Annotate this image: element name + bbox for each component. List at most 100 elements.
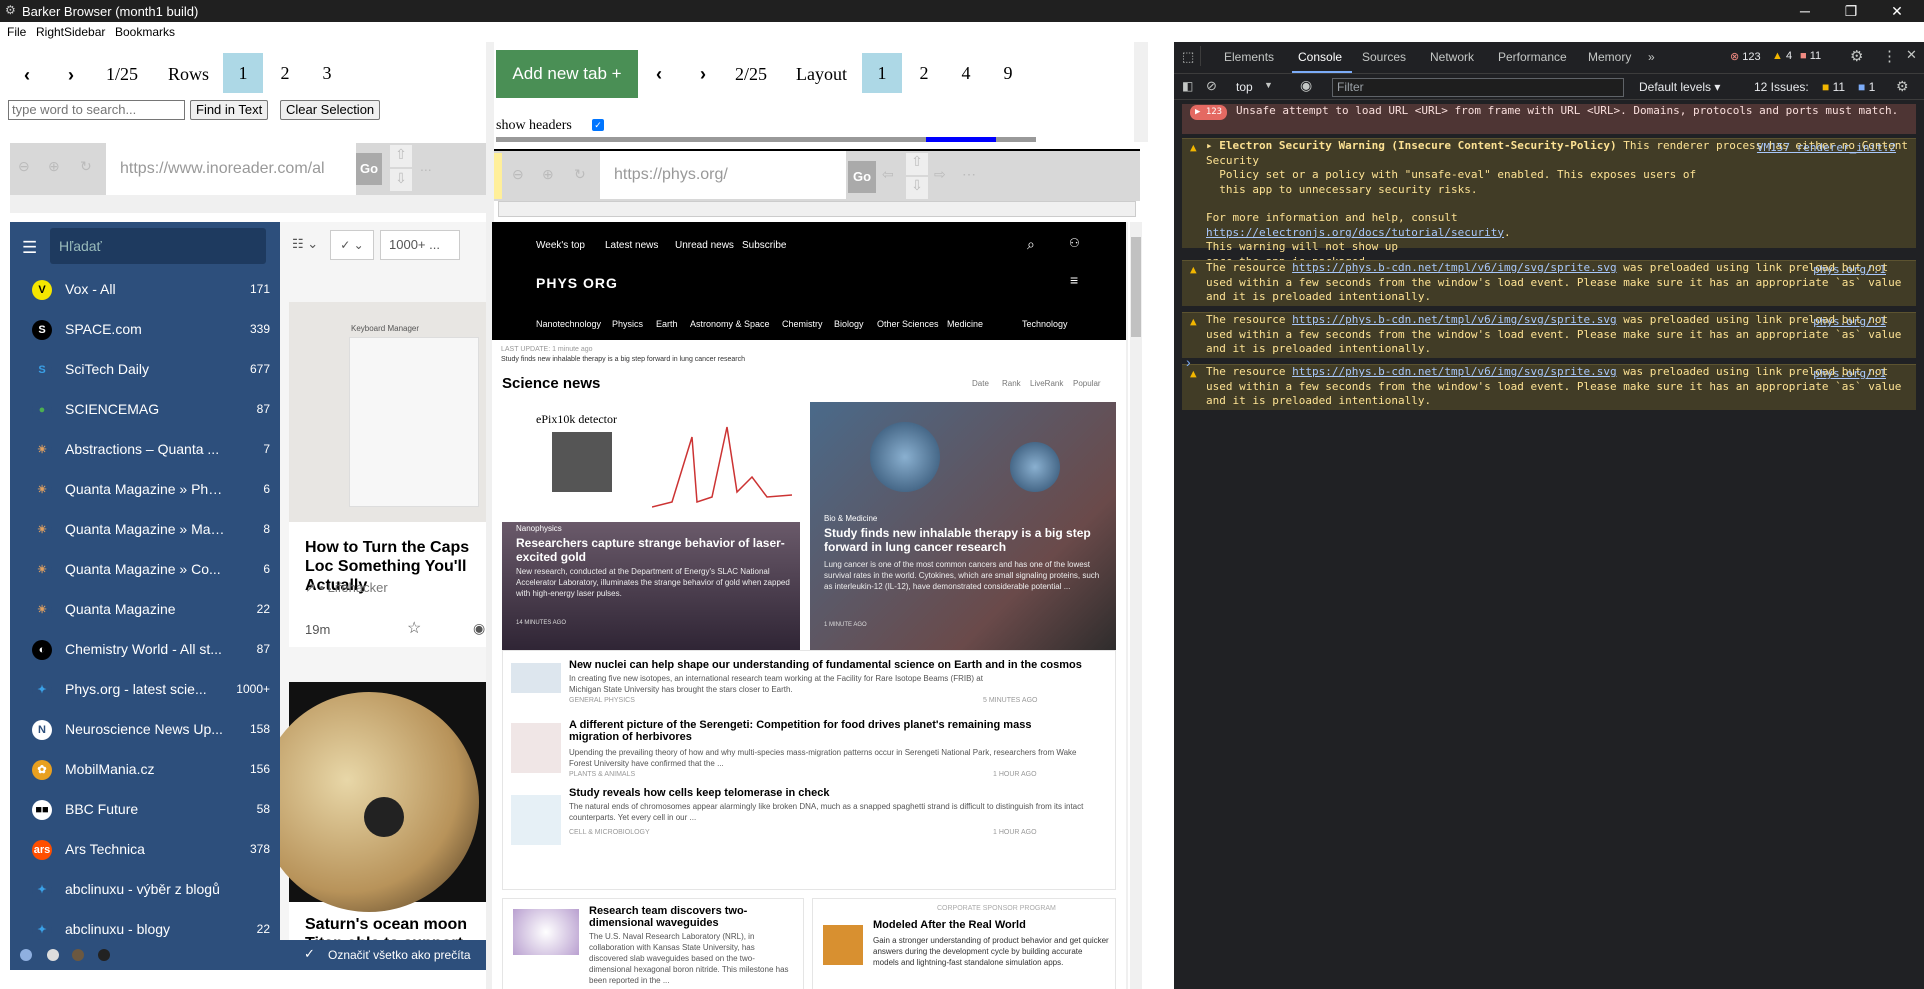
console-warning[interactable]: ▲ ▸ Electron Security Warning (Insecure … xyxy=(1182,138,1916,268)
scrollbar-horizontal[interactable] xyxy=(10,195,486,213)
prev-page-button[interactable]: ‹ xyxy=(10,58,44,92)
feed-search-input[interactable]: Hľadať xyxy=(50,228,266,264)
filter-input[interactable]: Filter xyxy=(1332,78,1624,97)
url-field[interactable]: https://www.inoreader.com/al xyxy=(106,143,356,195)
scrollbar-thumb[interactable] xyxy=(1131,237,1141,337)
mark-all-read-button[interactable]: Označiť všetko ako prečíta xyxy=(328,948,471,962)
scroll-down-icon[interactable]: ⇩ xyxy=(906,177,928,199)
feed-item[interactable]: ars Ars Technica 378 xyxy=(10,830,280,870)
console-prompt-icon[interactable]: › xyxy=(1186,354,1191,370)
cat-biology[interactable]: Biology xyxy=(834,319,864,329)
view-mode-icon[interactable]: ☷ ⌄ xyxy=(292,236,318,252)
find-in-text-button[interactable]: Find in Text xyxy=(190,100,269,120)
cat-other-sciences[interactable]: Other Sciences xyxy=(877,319,939,329)
filter-count[interactable]: 1000+ ... xyxy=(380,230,460,260)
cat-medicine[interactable]: Medicine xyxy=(947,319,983,329)
sprite-link[interactable]: https://phys.b-cdn.net/tmpl/v6/img/svg/s… xyxy=(1292,365,1617,378)
feed-item[interactable]: ✦ abclinuxu - výběr z blogů xyxy=(10,870,280,910)
reload-icon[interactable]: ↻ xyxy=(574,166,586,183)
feed-item[interactable]: ☀ Quanta Magazine » Co... 6 xyxy=(10,550,280,590)
news-item[interactable]: New nuclei can help shape our understand… xyxy=(503,651,1115,723)
issues-warning-badge[interactable]: ■ 11 xyxy=(1822,80,1845,94)
add-tab-button[interactable]: Add new tab + xyxy=(496,50,638,98)
hamburger-icon[interactable]: ☰ xyxy=(22,238,37,258)
search-input[interactable]: type word to search... xyxy=(8,100,185,120)
show-headers-checkbox[interactable]: ✓ xyxy=(592,119,604,131)
hero-title[interactable]: Study finds new inhalable therapy is a b… xyxy=(824,526,1109,554)
scroll-up-icon[interactable]: ⇧ xyxy=(906,153,928,175)
article-title[interactable]: Saturn's ocean moon Titan able to suppor… xyxy=(305,915,486,940)
tab-performance[interactable]: Performance xyxy=(1498,50,1567,64)
info-count-badge[interactable]: ■ 11 xyxy=(1800,50,1821,62)
feed-item[interactable]: ✿ MobilMania.cz 156 xyxy=(10,750,280,790)
hero-article-1[interactable]: ePix10k detector Nanophysics Researchers… xyxy=(502,402,800,662)
sort-popular[interactable]: Popular xyxy=(1073,379,1101,388)
tab-sources[interactable]: Sources xyxy=(1362,50,1406,64)
menu-rightsidebar[interactable]: RightSidebar xyxy=(36,25,105,39)
feed-item[interactable]: ● SCIENCEMAG 87 xyxy=(10,390,280,430)
hero-category[interactable]: Bio & Medicine xyxy=(824,514,877,523)
cat-earth[interactable]: Earth xyxy=(656,319,678,329)
eye-icon[interactable]: ◉ xyxy=(1300,77,1312,94)
sort-rank[interactable]: Rank xyxy=(1002,379,1021,388)
vertical-scrollbar[interactable] xyxy=(1130,222,1142,989)
cat-physics[interactable]: Physics xyxy=(612,319,643,329)
settings-icon[interactable]: ⚙ xyxy=(1850,47,1863,65)
hero-article-2[interactable]: Bio & Medicine Study finds new inhalable… xyxy=(810,402,1116,662)
console-settings-icon[interactable]: ⚙ xyxy=(1896,78,1909,95)
phys-logo[interactable]: PHYS ORG xyxy=(536,275,618,291)
minimize-button[interactable]: ─ xyxy=(1782,0,1828,22)
go-button[interactable]: Go xyxy=(848,161,876,193)
clear-console-icon[interactable]: ⊘ xyxy=(1206,78,1217,94)
console-error[interactable]: ▶ 123 Unsafe attempt to load URL <URL> f… xyxy=(1182,104,1916,134)
news-category[interactable]: CELL & MICROBIOLOGY xyxy=(569,829,650,836)
news-title[interactable]: Modeled After the Real World xyxy=(873,919,1103,931)
prev-tab-button[interactable]: ‹ xyxy=(642,57,676,91)
feed-item[interactable]: S SciTech Daily 677 xyxy=(10,350,280,390)
layout-option-9[interactable]: 9 xyxy=(988,53,1028,93)
feed-item[interactable]: ■■ BBC Future 58 xyxy=(10,790,280,830)
rows-option-1[interactable]: 1 xyxy=(223,53,263,93)
next-page-button[interactable]: › xyxy=(54,58,88,92)
error-count-badge[interactable]: ⊗ 123 xyxy=(1730,50,1761,63)
back-icon[interactable]: ⊖ xyxy=(18,158,30,175)
tab-network[interactable]: Network xyxy=(1430,50,1474,64)
mark-read-icon[interactable]: ✓ ⌄ xyxy=(330,230,374,260)
go-button[interactable]: Go xyxy=(356,153,382,185)
url-field[interactable]: https://phys.org/ xyxy=(600,151,846,199)
feed-item[interactable]: ◐ Chemistry World - All st... 87 xyxy=(10,630,280,670)
theme-dot-icon[interactable] xyxy=(20,949,32,961)
console-warning[interactable]: ▲ The resource https://phys.b-cdn.net/tmp… xyxy=(1182,260,1916,306)
article-card[interactable]: Saturn's ocean moon Titan able to suppor… xyxy=(280,682,486,940)
user-icon[interactable]: ⚇ xyxy=(1069,236,1080,250)
feed-item[interactable]: ☀ Quanta Magazine » Phy... 6 xyxy=(10,470,280,510)
cat-technology[interactable]: Technology xyxy=(1022,319,1068,329)
sidebar-toggle-icon[interactable]: ◧ xyxy=(1182,79,1193,93)
feed-item[interactable]: ☀ Quanta Magazine 22 xyxy=(10,590,280,630)
tab-console[interactable]: Console xyxy=(1298,50,1342,64)
maximize-button[interactable]: ❐ xyxy=(1828,0,1874,22)
layout-option-1[interactable]: 1 xyxy=(862,53,902,93)
header-scrollbar[interactable] xyxy=(1134,42,1148,142)
scroll-up-icon[interactable]: ⇧ xyxy=(390,145,412,167)
close-button[interactable]: ✕ xyxy=(1874,0,1920,22)
more-tabs-icon[interactable]: » xyxy=(1648,50,1655,64)
sort-liverank[interactable]: LiveRank xyxy=(1030,379,1063,388)
cat-nanotechnology[interactable]: Nanotechnology xyxy=(536,319,601,329)
menu-file[interactable]: File xyxy=(7,25,26,39)
forward-icon[interactable]: ⊕ xyxy=(48,158,60,175)
console-warning[interactable]: ▲ The resource https://phys.b-cdn.net/tmp… xyxy=(1182,312,1916,358)
nav-unread-news[interactable]: Unread news xyxy=(675,240,734,251)
sort-date[interactable]: Date xyxy=(972,379,989,388)
article-card[interactable]: Keyboard Manager How to Turn the Caps Lo… xyxy=(289,302,486,647)
feed-item[interactable]: ☀ Abstractions – Quanta ... 7 xyxy=(10,430,280,470)
scroll-down-icon[interactable]: ⇩ xyxy=(390,169,412,191)
bottom-article[interactable]: Research team discovers two-dimensional … xyxy=(502,898,804,989)
feed-item[interactable]: S SPACE.com 339 xyxy=(10,310,280,350)
news-category[interactable]: PLANTS & ANIMALS xyxy=(569,771,635,778)
sprite-link[interactable]: https://phys.b-cdn.net/tmpl/v6/img/svg/s… xyxy=(1292,261,1617,274)
next-tab-button[interactable]: › xyxy=(686,57,720,91)
issues-info-badge[interactable]: ■ 1 xyxy=(1858,80,1875,94)
sprite-link[interactable]: https://phys.b-cdn.net/tmpl/v6/img/svg/s… xyxy=(1292,313,1617,326)
menu-icon[interactable]: ≡ xyxy=(1070,272,1078,288)
